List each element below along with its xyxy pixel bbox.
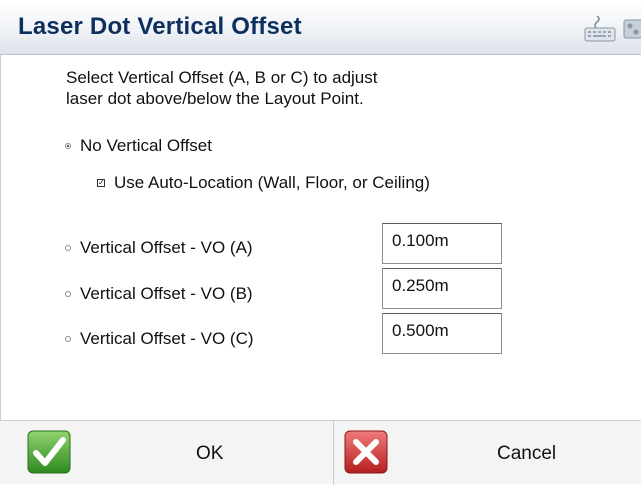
option-vo-c[interactable]: Vertical Offset - VO (C) <box>65 329 254 349</box>
settings-icon[interactable] <box>622 17 641 41</box>
checkmark-icon <box>27 430 71 474</box>
radio-no-offset[interactable] <box>65 143 71 149</box>
option-vo-a-label: Vertical Offset - VO (A) <box>80 238 253 257</box>
ok-button[interactable]: OK <box>0 421 333 485</box>
ok-button-label: OK <box>196 443 224 464</box>
instructions-text: Select Vertical Offset (A, B or C) to ad… <box>66 68 378 108</box>
option-auto-location-label: Use Auto-Location (Wall, Floor, or Ceili… <box>114 173 430 192</box>
title-bar: Laser Dot Vertical Offset <box>0 0 641 55</box>
radio-vo-a[interactable] <box>65 245 71 251</box>
option-vo-b-label: Vertical Offset - VO (B) <box>80 284 253 303</box>
checkbox-auto-location[interactable]: ✓ <box>97 179 105 187</box>
option-vo-c-label: Vertical Offset - VO (C) <box>80 329 254 348</box>
vo-c-input[interactable]: 0.500m <box>382 313 502 354</box>
option-no-offset[interactable]: No Vertical Offset <box>65 136 212 156</box>
option-vo-b[interactable]: Vertical Offset - VO (B) <box>65 284 253 304</box>
left-border <box>0 55 1 420</box>
radio-vo-c[interactable] <box>65 336 71 342</box>
vo-a-input[interactable]: 0.100m <box>382 223 502 264</box>
button-bar: OK Cancel <box>0 420 641 485</box>
option-no-offset-label: No Vertical Offset <box>80 136 212 155</box>
radio-vo-b[interactable] <box>65 291 71 297</box>
cancel-button-label: Cancel <box>497 443 557 464</box>
option-auto-location[interactable]: ✓ Use Auto-Location (Wall, Floor, or Cei… <box>97 173 430 193</box>
option-vo-a[interactable]: Vertical Offset - VO (A) <box>65 238 253 258</box>
cancel-button[interactable]: Cancel <box>334 421 641 485</box>
keyboard-icon[interactable] <box>583 14 617 44</box>
close-icon <box>344 430 388 474</box>
vo-b-input[interactable]: 0.250m <box>382 268 502 309</box>
dialog-title: Laser Dot Vertical Offset <box>18 13 302 40</box>
